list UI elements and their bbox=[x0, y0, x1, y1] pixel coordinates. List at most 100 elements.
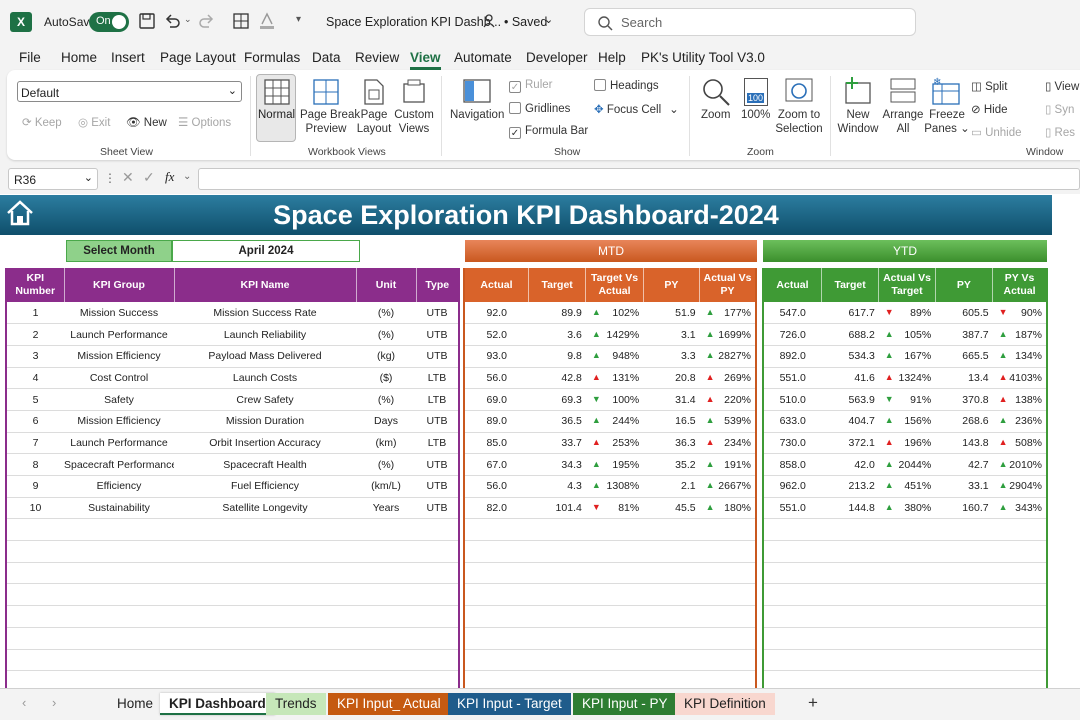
empty-cell[interactable] bbox=[763, 583, 822, 607]
empty-cell[interactable] bbox=[763, 649, 822, 672]
redo-icon[interactable] bbox=[198, 12, 216, 30]
name-box[interactable]: R36 ⌄ bbox=[8, 168, 98, 190]
undo-dropdown-icon[interactable]: ⌄ bbox=[184, 14, 192, 25]
empty-cell[interactable] bbox=[585, 649, 644, 672]
menu-review[interactable]: Review bbox=[355, 50, 399, 65]
empty-cell[interactable] bbox=[992, 540, 1047, 563]
empty-cell[interactable] bbox=[699, 562, 756, 585]
empty-cell[interactable] bbox=[699, 627, 756, 650]
empty-cell[interactable] bbox=[878, 605, 936, 628]
empty-cell[interactable] bbox=[356, 562, 416, 585]
empty-cell[interactable] bbox=[416, 562, 459, 585]
empty-cell[interactable] bbox=[174, 540, 356, 563]
empty-cell[interactable] bbox=[992, 627, 1047, 650]
empty-cell[interactable] bbox=[528, 649, 586, 672]
sheet-tab[interactable]: KPI Input - Target bbox=[448, 693, 571, 715]
empty-cell[interactable] bbox=[174, 562, 356, 585]
empty-cell[interactable] bbox=[878, 562, 936, 585]
empty-cell[interactable] bbox=[643, 562, 700, 585]
empty-cell[interactable] bbox=[763, 540, 822, 563]
empty-cell[interactable] bbox=[878, 518, 936, 542]
menu-insert[interactable]: Insert bbox=[111, 50, 145, 65]
menu-utility-tool[interactable]: PK's Utility Tool V3.0 bbox=[641, 50, 765, 65]
sheet-tab[interactable]: KPI Dashboard bbox=[160, 693, 275, 715]
custom-views-button[interactable]: Custom Views bbox=[392, 108, 436, 136]
empty-cell[interactable] bbox=[763, 605, 822, 628]
empty-cell[interactable] bbox=[763, 627, 822, 650]
empty-cell[interactable] bbox=[699, 649, 756, 672]
gridlines-checkbox[interactable]: Gridlines bbox=[509, 102, 570, 115]
hide-button[interactable]: ⊘ Hide bbox=[971, 102, 1008, 116]
empty-cell[interactable] bbox=[174, 605, 356, 628]
menu-formulas[interactable]: Formulas bbox=[244, 50, 300, 65]
empty-cell[interactable] bbox=[992, 605, 1047, 628]
empty-cell[interactable] bbox=[935, 627, 993, 650]
empty-cell[interactable] bbox=[528, 605, 586, 628]
empty-cell[interactable] bbox=[699, 540, 756, 563]
sheet-tab[interactable]: Trends bbox=[266, 693, 326, 715]
empty-cell[interactable] bbox=[356, 540, 416, 563]
empty-cell[interactable] bbox=[643, 649, 700, 672]
empty-cell[interactable] bbox=[528, 540, 586, 563]
scroll-right-icon[interactable]: › bbox=[52, 695, 56, 710]
empty-cell[interactable] bbox=[464, 562, 529, 585]
menu-page-layout[interactable]: Page Layout bbox=[160, 50, 236, 65]
menu-automate[interactable]: Automate bbox=[454, 50, 512, 65]
empty-cell[interactable] bbox=[464, 540, 529, 563]
page-break-preview-button[interactable]: Page Break Preview bbox=[300, 108, 360, 136]
empty-cell[interactable] bbox=[416, 649, 459, 672]
home-icon[interactable] bbox=[5, 198, 35, 228]
empty-cell[interactable] bbox=[935, 583, 993, 607]
empty-cell[interactable] bbox=[464, 605, 529, 628]
empty-cell[interactable] bbox=[528, 583, 586, 607]
empty-cell[interactable] bbox=[6, 518, 64, 542]
empty-cell[interactable] bbox=[585, 518, 644, 542]
empty-cell[interactable] bbox=[356, 583, 416, 607]
empty-cell[interactable] bbox=[935, 518, 993, 542]
menu-developer[interactable]: Developer bbox=[526, 50, 588, 65]
empty-cell[interactable] bbox=[821, 518, 879, 542]
empty-cell[interactable] bbox=[356, 605, 416, 628]
menu-file[interactable]: File bbox=[19, 50, 41, 65]
empty-cell[interactable] bbox=[528, 518, 586, 542]
empty-cell[interactable] bbox=[416, 540, 459, 563]
empty-cell[interactable] bbox=[643, 540, 700, 563]
ruler-checkbox[interactable]: ✓ Ruler bbox=[509, 79, 552, 93]
empty-cell[interactable] bbox=[416, 605, 459, 628]
empty-cell[interactable] bbox=[878, 583, 936, 607]
keep-button[interactable]: ⟳ Keep bbox=[22, 115, 62, 129]
sheet-view-dropdown[interactable]: Default ⌄ bbox=[17, 81, 242, 102]
empty-cell[interactable] bbox=[464, 518, 529, 542]
empty-cell[interactable] bbox=[699, 583, 756, 607]
chevron-down-icon[interactable]: ⌄ bbox=[183, 171, 191, 182]
new-view-button[interactable]: 👁 New bbox=[126, 115, 167, 129]
sheet-tab[interactable]: KPI Input - PY bbox=[573, 693, 677, 715]
menu-view[interactable]: View bbox=[410, 50, 441, 70]
empty-cell[interactable] bbox=[174, 518, 356, 542]
focus-cell-button[interactable]: ✥ Focus Cell ⌄ bbox=[594, 102, 679, 116]
new-window-button[interactable]: New Window bbox=[836, 108, 880, 136]
empty-cell[interactable] bbox=[64, 649, 174, 672]
empty-cell[interactable] bbox=[699, 518, 756, 542]
headings-checkbox[interactable]: Headings bbox=[594, 79, 659, 92]
empty-cell[interactable] bbox=[821, 540, 879, 563]
empty-cell[interactable] bbox=[174, 649, 356, 672]
empty-cell[interactable] bbox=[416, 583, 459, 607]
empty-cell[interactable] bbox=[6, 583, 64, 607]
scroll-left-icon[interactable]: ‹ bbox=[22, 695, 26, 710]
empty-cell[interactable] bbox=[992, 518, 1047, 542]
empty-cell[interactable] bbox=[6, 649, 64, 672]
empty-cell[interactable] bbox=[64, 540, 174, 563]
arrange-all-button[interactable]: Arrange All bbox=[880, 108, 926, 136]
empty-cell[interactable] bbox=[464, 583, 529, 607]
navigation-button[interactable]: Navigation bbox=[450, 108, 504, 122]
autosave-toggle[interactable]: On bbox=[89, 12, 129, 32]
empty-cell[interactable] bbox=[821, 562, 879, 585]
enter-icon[interactable]: ✓ bbox=[143, 169, 155, 186]
empty-cell[interactable] bbox=[6, 562, 64, 585]
empty-cell[interactable] bbox=[528, 627, 586, 650]
saved-dropdown-icon[interactable]: ⌄ bbox=[544, 13, 553, 26]
empty-cell[interactable] bbox=[643, 627, 700, 650]
save-icon[interactable] bbox=[138, 12, 156, 30]
empty-cell[interactable] bbox=[878, 627, 936, 650]
